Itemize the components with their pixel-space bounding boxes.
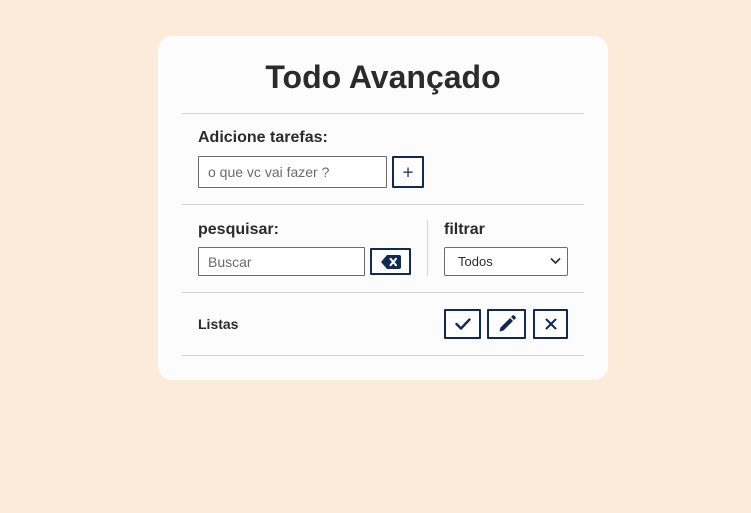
remove-button[interactable]: [533, 309, 568, 339]
filter-selected-value: Todos: [458, 254, 493, 269]
close-icon: [545, 318, 556, 330]
vertical-divider: [427, 220, 428, 276]
done-button[interactable]: [444, 309, 481, 339]
pencil-icon: [499, 315, 516, 332]
edit-button[interactable]: [487, 309, 526, 339]
divider: [182, 204, 584, 205]
filter-label: filtrar: [444, 221, 485, 238]
add-task-label: Adicione tarefas:: [198, 129, 328, 146]
add-task-button[interactable]: +: [392, 156, 424, 188]
divider: [182, 355, 584, 356]
list-label: Listas: [198, 316, 239, 332]
divider: [182, 292, 584, 293]
filter-select[interactable]: Todos: [444, 247, 568, 276]
divider: [182, 113, 584, 114]
todo-card: Todo Avançado Adicione tarefas: + pesqui…: [158, 36, 608, 380]
chevron-down-icon: [550, 257, 561, 265]
clear-search-button[interactable]: [370, 248, 411, 275]
add-task-input[interactable]: [198, 156, 387, 188]
check-icon: [454, 318, 471, 330]
backspace-icon: [380, 254, 401, 269]
add-button-label: +: [401, 162, 415, 181]
page-title: Todo Avançado: [265, 59, 501, 95]
search-label: pesquisar:: [198, 221, 279, 238]
search-input[interactable]: [198, 247, 365, 276]
